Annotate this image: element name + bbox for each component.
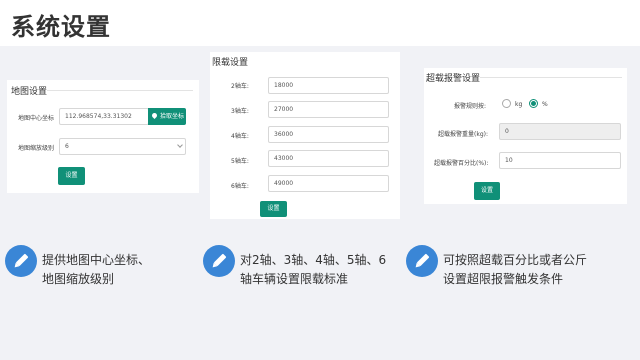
axle-limit-input[interactable]: 43000 <box>268 150 389 167</box>
feature-line: 对2轴、3轴、4轴、5轴、6 <box>240 253 387 267</box>
title-divider <box>480 77 622 78</box>
alarm-save-button[interactable]: 设置 <box>474 182 500 200</box>
location-pin-icon <box>150 111 159 120</box>
axle-label: 6轴车: <box>231 183 249 190</box>
overload-weight-input[interactable]: 0 <box>499 123 621 140</box>
map-panel-title: 地图设置 <box>11 87 48 97</box>
axle-label: 5轴车: <box>231 158 249 165</box>
feature-alarm-description: 可按照超载百分比或者公斤 设置超限报警触发条件 <box>443 251 587 289</box>
axle-limit-input[interactable]: 18000 <box>268 77 389 94</box>
axle-limit-input[interactable]: 49000 <box>268 175 389 192</box>
alarm-rule-label: 报警规则按: <box>454 103 487 110</box>
axle-limit-input[interactable]: 27000 <box>268 101 389 118</box>
kg-option-label: kg <box>515 101 523 108</box>
zoom-level-label: 地图缩放级别 <box>18 145 55 152</box>
axle-label: 2轴车: <box>231 83 249 90</box>
center-coordinate-input[interactable]: 112.968574,33.31302 <box>59 108 149 125</box>
feature-map-description: 提供地图中心坐标、 地图缩放级别 <box>42 251 150 289</box>
map-save-button[interactable]: 设置 <box>58 167 85 185</box>
feature-line: 轴车辆设置限载标准 <box>240 272 349 286</box>
feature-line: 设置超限报警触发条件 <box>443 272 564 286</box>
pencil-icon <box>5 245 37 277</box>
axle-label: 4轴车: <box>231 133 249 140</box>
limit-save-button[interactable]: 设置 <box>260 201 287 217</box>
overload-percent-input[interactable]: 10 <box>499 152 621 169</box>
header-bar: 系统设置 <box>0 0 640 46</box>
page-title: 系统设置 <box>11 13 111 41</box>
overload-percent-label: 超载报警百分比(%): <box>434 160 489 167</box>
pencil-icon <box>406 245 438 277</box>
feature-line: 提供地图中心坐标、 <box>42 253 151 267</box>
map-settings-panel: 地图设置 地图中心坐标 112.968574,33.31302 拾取坐标 地图缩… <box>7 80 199 193</box>
percent-option-label: % <box>542 101 548 108</box>
limit-settings-panel: 限载设置 2轴车: 18000 3轴车: 27000 4轴车: 36000 5轴… <box>210 52 400 219</box>
pencil-icon <box>203 245 235 277</box>
alarm-settings-panel: 超载报警设置 报警规则按: kg % 超载报警重量(kg): 0 超载报警百分比… <box>424 68 627 204</box>
feature-line: 可按照超载百分比或者公斤 <box>443 253 588 267</box>
axle-limit-input[interactable]: 36000 <box>268 126 389 143</box>
title-divider <box>47 90 193 91</box>
percent-radio[interactable] <box>529 99 538 108</box>
feature-limit-description: 对2轴、3轴、4轴、5轴、6 轴车辆设置限载标准 <box>240 251 386 289</box>
kg-radio[interactable] <box>502 99 511 108</box>
limit-panel-title: 限载设置 <box>212 58 249 68</box>
feature-line: 地图缩放级别 <box>42 272 115 286</box>
axle-label: 3轴车: <box>231 108 249 115</box>
center-coordinate-label: 地图中心坐标 <box>18 115 55 122</box>
pick-coordinate-label: 拾取坐标 <box>160 113 185 120</box>
overload-weight-label: 超载报警重量(kg): <box>438 131 488 138</box>
pick-coordinate-button[interactable]: 拾取坐标 <box>148 108 186 125</box>
zoom-level-select[interactable]: 6 <box>59 138 186 155</box>
alarm-panel-title: 超载报警设置 <box>426 74 481 84</box>
